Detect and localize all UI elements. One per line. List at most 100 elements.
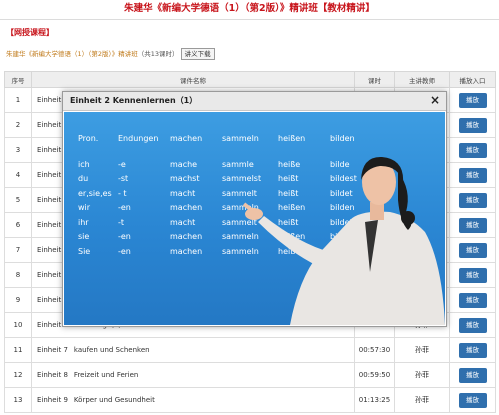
- play-cell: 播放: [449, 87, 496, 113]
- dialog-title: Einheit 2 Kennenlernen（1）: [70, 96, 198, 105]
- play-button[interactable]: 播放: [458, 317, 487, 333]
- slide-cell: Pron.: [78, 134, 99, 143]
- dialog-header: Einheit 2 Kennenlernen（1） ×: [63, 92, 446, 111]
- row-number: 1: [4, 87, 32, 113]
- play-cell: 播放: [449, 212, 496, 238]
- header-play: 播放入口: [449, 71, 496, 88]
- play-button[interactable]: 播放: [458, 167, 487, 183]
- slide-cell: ich: [78, 159, 90, 169]
- play-cell: 播放: [449, 237, 496, 263]
- slide-cell: machen: [170, 232, 203, 241]
- course-name-cell: Einheit 7 kaufen und Schenken: [31, 337, 355, 363]
- slide-cell: Endungen: [118, 134, 159, 143]
- teacher-cell: 孙菲: [394, 362, 450, 388]
- teacher-cell: 孙菲: [394, 387, 450, 413]
- slide-cell: machen: [170, 246, 203, 256]
- header-teacher: 主讲教师: [394, 71, 450, 88]
- slide-cell: - t: [118, 188, 127, 198]
- slide-cell: mache: [170, 159, 198, 169]
- header-duration: 课时: [354, 71, 395, 88]
- table-row: 11 Einheit 7 kaufen und Schenken 00:57:30 孙菲…: [4, 337, 496, 363]
- course-type-tag: 【网授课程】: [6, 28, 54, 37]
- play-button[interactable]: 播放: [458, 117, 487, 133]
- close-icon[interactable]: ×: [430, 93, 440, 107]
- lesson-count: （共13课时）: [137, 50, 179, 58]
- row-number: 6: [4, 212, 32, 238]
- table-row: 13 Einheit 9 Körper und Gesundheit 01:13:25…: [4, 387, 496, 413]
- row-number: 7: [4, 237, 32, 263]
- slide-cell: macht: [170, 188, 196, 198]
- row-number: 4: [4, 162, 32, 188]
- slide-cell: du: [78, 174, 89, 183]
- play-button[interactable]: 播放: [458, 367, 487, 383]
- row-number: 2: [4, 112, 32, 138]
- slide-cell: ihr: [78, 217, 89, 227]
- course-subheading: 朱建华《新编大学德语（1）（第2版）》精讲班（共13课时） 讲义下载: [6, 48, 215, 60]
- slide-cell: wir: [78, 203, 91, 212]
- row-number: 8: [4, 262, 32, 288]
- slide-cell: machen: [170, 134, 203, 143]
- duration-cell: 00:57:30: [354, 337, 395, 363]
- row-number: 9: [4, 287, 32, 313]
- row-number: 13: [4, 387, 32, 413]
- page-title: 朱建华《新编大学德语（1）（第2版）》精讲班【教材精讲】: [0, 0, 499, 20]
- lesson-title: Freizeit und Ferien: [73, 371, 139, 379]
- presenter-figure: [242, 156, 445, 325]
- teacher-cell: 孙菲: [394, 337, 450, 363]
- slide-cell: sammeln: [222, 134, 259, 143]
- slide-cell: machen: [170, 203, 203, 212]
- play-cell: 播放: [449, 387, 496, 413]
- play-cell: 播放: [449, 362, 496, 388]
- play-cell: 播放: [449, 162, 496, 188]
- slide-cell: -en: [118, 246, 131, 256]
- slide-cell: -st: [118, 174, 129, 183]
- play-cell: 播放: [449, 112, 496, 138]
- table-header-row: 序号 课件名称 课时 主讲教师 播放入口: [4, 71, 496, 88]
- row-number: 5: [4, 187, 32, 213]
- play-button[interactable]: 播放: [458, 242, 487, 258]
- duration-cell: 00:59:50: [354, 362, 395, 388]
- course-name-cell: Einheit 9 Körper und Gesundheit: [31, 387, 355, 413]
- play-button[interactable]: 播放: [458, 142, 487, 158]
- play-cell: 播放: [449, 337, 496, 363]
- play-cell: 播放: [449, 137, 496, 163]
- play-button[interactable]: 播放: [458, 392, 487, 408]
- play-button[interactable]: 播放: [458, 292, 487, 308]
- video-player-dialog: Einheit 2 Kennenlernen（1） × Pron. Endunge…: [62, 91, 447, 327]
- slide-cell: -e: [118, 159, 126, 169]
- row-number: 10: [4, 312, 32, 338]
- play-button[interactable]: 播放: [458, 342, 487, 358]
- row-number: 11: [4, 337, 32, 363]
- play-cell: 播放: [449, 262, 496, 288]
- slide-cell: sie: [78, 232, 90, 241]
- video-frame[interactable]: Pron. Endungen machen sammeln heißen bilden ic…: [64, 112, 445, 325]
- slide-cell: bilden: [330, 134, 355, 143]
- play-button[interactable]: 播放: [458, 92, 487, 108]
- slide-cell: -t: [118, 217, 125, 227]
- slide-cell: macht: [170, 217, 196, 227]
- play-button[interactable]: 播放: [458, 192, 487, 208]
- slide-cell: -en: [118, 203, 131, 212]
- play-button[interactable]: 播放: [458, 267, 487, 283]
- play-cell: 播放: [449, 312, 496, 338]
- unit-label: Einheit 8: [37, 371, 68, 379]
- unit-label: Einheit 7: [37, 346, 68, 354]
- slide-cell: Sie: [78, 246, 91, 256]
- slide-cell: machst: [170, 174, 200, 183]
- duration-cell: 01:13:25: [354, 387, 395, 413]
- slide-row: Pron. Endungen machen sammeln heißen bilden: [78, 134, 370, 149]
- header-course-name: 课件名称: [31, 71, 355, 88]
- play-button[interactable]: 播放: [458, 217, 487, 233]
- course-name-cell: Einheit 8 Freizeit und Ferien: [31, 362, 355, 388]
- lesson-title: Körper und Gesundheit: [73, 396, 155, 404]
- row-number: 12: [4, 362, 32, 388]
- play-cell: 播放: [449, 187, 496, 213]
- handout-download-button[interactable]: 讲义下载: [180, 48, 215, 60]
- table-row: 12 Einheit 8 Freizeit und Ferien 00:59:50 孙菲…: [4, 362, 496, 388]
- lesson-title: kaufen und Schenken: [73, 346, 150, 354]
- slide-cell: -en: [118, 232, 131, 241]
- slide-cell: heißen: [278, 134, 306, 143]
- slide-cell: er,sie,es: [78, 188, 112, 198]
- row-number: 3: [4, 137, 32, 163]
- play-cell: 播放: [449, 287, 496, 313]
